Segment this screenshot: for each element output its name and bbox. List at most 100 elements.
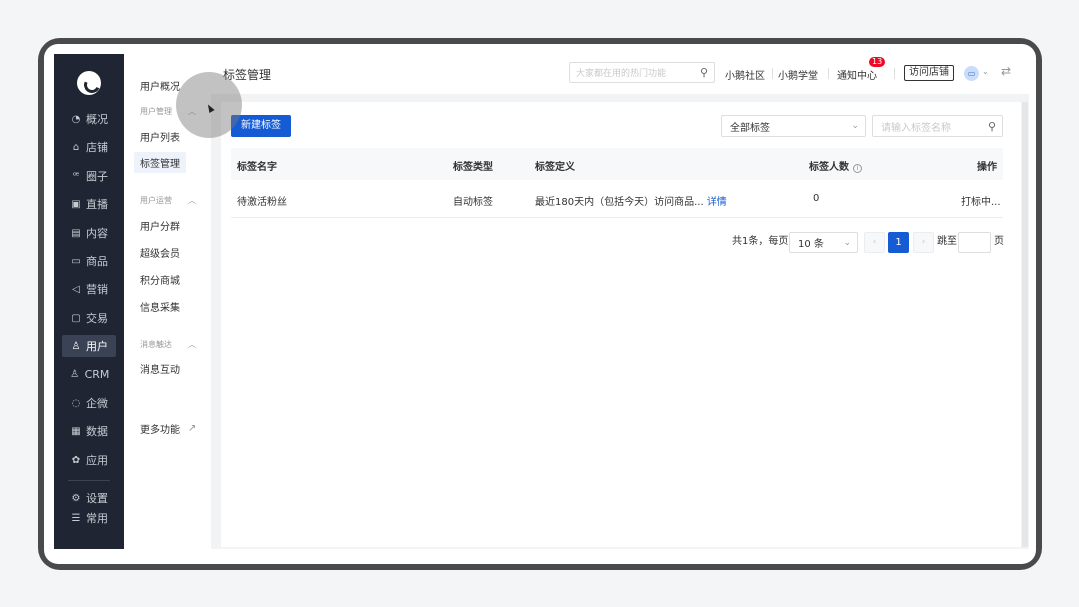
- rail-item-crm[interactable]: ♙ CRM: [62, 363, 116, 385]
- subnav-vip[interactable]: 超级会员: [140, 245, 180, 260]
- rail-item-settings[interactable]: ⚙ 设置: [62, 487, 116, 509]
- page-unit-label: 页: [994, 236, 1004, 247]
- page-size-select[interactable]: 10 条 ⌄: [789, 232, 858, 253]
- chevron-up-icon: ︿: [188, 340, 196, 349]
- primary-sidebar: ◔ 概况 ⌂ 店铺 ꟹ 圈子 ▣ 直播 ▤ 内容 ▭ 商品 ◁ 营销 ▢ 交易 ♙ 用户 ♙ CRM…: [54, 54, 124, 549]
- rail-item-content[interactable]: ▤ 内容: [62, 222, 116, 244]
- new-tag-button[interactable]: 新建标签: [231, 115, 291, 137]
- vertical-scrollbar[interactable]: [1022, 102, 1028, 547]
- circle-icon: ꟹ: [72, 170, 80, 182]
- group-label: 消息触达: [140, 340, 172, 349]
- rail-label: 用户: [86, 340, 108, 353]
- rail-label: 圈子: [86, 170, 108, 183]
- subnav-points-mall[interactable]: 积分商城: [140, 272, 180, 287]
- rail-label: 常用: [86, 512, 108, 525]
- chevron-down-icon: ⌄: [851, 121, 859, 131]
- rail-label: 内容: [86, 227, 108, 240]
- visit-shop-button[interactable]: 访问店铺: [904, 65, 954, 81]
- subnav-segment[interactable]: 用户分群: [140, 218, 180, 233]
- rail-label: CRM: [84, 367, 110, 381]
- rail-item-overview[interactable]: ◔ 概况: [62, 108, 116, 130]
- shop-avatar[interactable]: ▭: [964, 66, 979, 81]
- subnav-group-user-ops[interactable]: 用户运营 ︿: [140, 195, 196, 206]
- rail-item-apps[interactable]: ✿ 应用: [62, 449, 116, 471]
- tag-filter-select[interactable]: 全部标签 ⌄: [721, 115, 866, 137]
- rail-item-data[interactable]: ▦ 数据: [62, 420, 116, 442]
- rail-label: 数据: [86, 425, 108, 438]
- overview-icon: ◔: [71, 113, 81, 125]
- column-header: 标签类型: [453, 162, 493, 173]
- rail-label: 交易: [86, 312, 108, 325]
- subnav-user-list[interactable]: 用户列表: [140, 129, 180, 144]
- search-placeholder: 大家都在用的热门功能: [576, 69, 667, 79]
- next-page-button[interactable]: ›: [913, 232, 934, 253]
- shop-icon: ⌂: [72, 141, 80, 153]
- rail-item-circle[interactable]: ꟹ 圈子: [62, 165, 116, 187]
- rail-label: 概况: [86, 113, 108, 126]
- search-icon: ⚲: [987, 119, 996, 133]
- rail-item-marketing[interactable]: ◁ 营销: [62, 278, 116, 300]
- rail-label: 设置: [86, 492, 108, 505]
- main-content: 新建标签 全部标签 ⌄ 请输入标签名称 ⚲ 标签名字 标签类型 标签定义 标签人…: [221, 102, 1021, 547]
- rail-item-favorites[interactable]: ☰ 常用: [62, 507, 116, 529]
- rail-label: 企微: [86, 397, 108, 410]
- subnav-message[interactable]: 消息互动: [140, 361, 180, 376]
- page-button-current[interactable]: 1: [888, 232, 909, 253]
- share-icon: ↗: [188, 423, 197, 434]
- academy-link[interactable]: 小鹅学堂: [778, 67, 818, 82]
- subnav-group-message[interactable]: 消息触达 ︿: [140, 339, 196, 350]
- notice-badge: 13: [869, 57, 886, 67]
- rail-divider: [68, 480, 110, 481]
- top-header: 标签管理 大家都在用的热门功能 ⚲ 小鹅社区 小鹅学堂 通知中心 13 访问店铺…: [211, 54, 1029, 94]
- info-icon[interactable]: i: [853, 164, 862, 173]
- table-header: 标签名字 标签类型 标签定义 标签人数 i 操作: [231, 148, 1003, 180]
- rail-item-wecom[interactable]: ◌ 企微: [62, 392, 116, 414]
- more-label: 更多功能: [140, 425, 180, 436]
- list-icon: ☰: [71, 512, 81, 524]
- content-gutter: [211, 94, 219, 549]
- divider: [828, 68, 829, 79]
- subnav-info-collect[interactable]: 信息采集: [140, 299, 180, 314]
- brand-logo-icon[interactable]: [77, 71, 101, 95]
- community-link[interactable]: 小鹅社区: [725, 67, 765, 82]
- crm-icon: ♙: [70, 368, 80, 380]
- chevron-down-icon: ⌄: [843, 237, 851, 248]
- live-icon: ▣: [71, 198, 81, 210]
- pagination-total: 共1条，每页: [732, 236, 789, 247]
- definition-text: 最近180天内（包括今天）访问商品...: [535, 197, 704, 208]
- apps-icon: ✿: [71, 454, 81, 466]
- rail-item-live[interactable]: ▣ 直播: [62, 193, 116, 215]
- column-header: 标签名字: [237, 162, 277, 173]
- marketing-icon: ◁: [72, 283, 80, 295]
- rail-item-shop[interactable]: ⌂ 店铺: [62, 136, 116, 158]
- global-search-input[interactable]: 大家都在用的热门功能 ⚲: [569, 62, 715, 83]
- input-placeholder: 请输入标签名称: [881, 122, 951, 134]
- chevron-down-icon[interactable]: ⌄: [982, 67, 989, 76]
- gear-icon: ⚙: [71, 492, 81, 504]
- rail-item-user[interactable]: ♙ 用户: [62, 335, 116, 357]
- jump-page-input[interactable]: [958, 232, 991, 253]
- subnav-more-features[interactable]: 更多功能 ↗: [140, 421, 196, 436]
- notice-center-link[interactable]: 通知中心: [837, 67, 877, 82]
- rail-label: 营销: [86, 283, 108, 296]
- subnav-user-overview[interactable]: 用户概况: [140, 78, 180, 93]
- column-header-label: 标签人数: [809, 162, 849, 173]
- tag-name-cell: 待激活粉丝: [237, 197, 287, 208]
- group-label: 用户管理: [140, 107, 172, 116]
- user-icon: ♙: [71, 340, 81, 352]
- tag-name-search-input[interactable]: 请输入标签名称 ⚲: [872, 115, 1003, 137]
- rail-item-goods[interactable]: ▭ 商品: [62, 250, 116, 272]
- rail-item-trade[interactable]: ▢ 交易: [62, 307, 116, 329]
- prev-page-button[interactable]: ‹: [864, 232, 885, 253]
- rail-label: 商品: [86, 255, 108, 268]
- rail-label: 应用: [86, 454, 108, 467]
- detail-link[interactable]: 详情: [707, 197, 727, 208]
- subnav-tag-mgmt[interactable]: 标签管理: [134, 152, 186, 173]
- tag-definition-cell: 最近180天内（包括今天）访问商品... 详情: [535, 193, 727, 208]
- divider: [772, 68, 773, 79]
- tag-count-cell: 0: [813, 193, 820, 204]
- tag-type-cell: 自动标签: [453, 197, 493, 208]
- tag-action-cell: 打标中...: [961, 197, 1001, 208]
- switch-icon[interactable]: ⇄: [1001, 64, 1011, 78]
- chevron-up-icon: ︿: [188, 196, 196, 205]
